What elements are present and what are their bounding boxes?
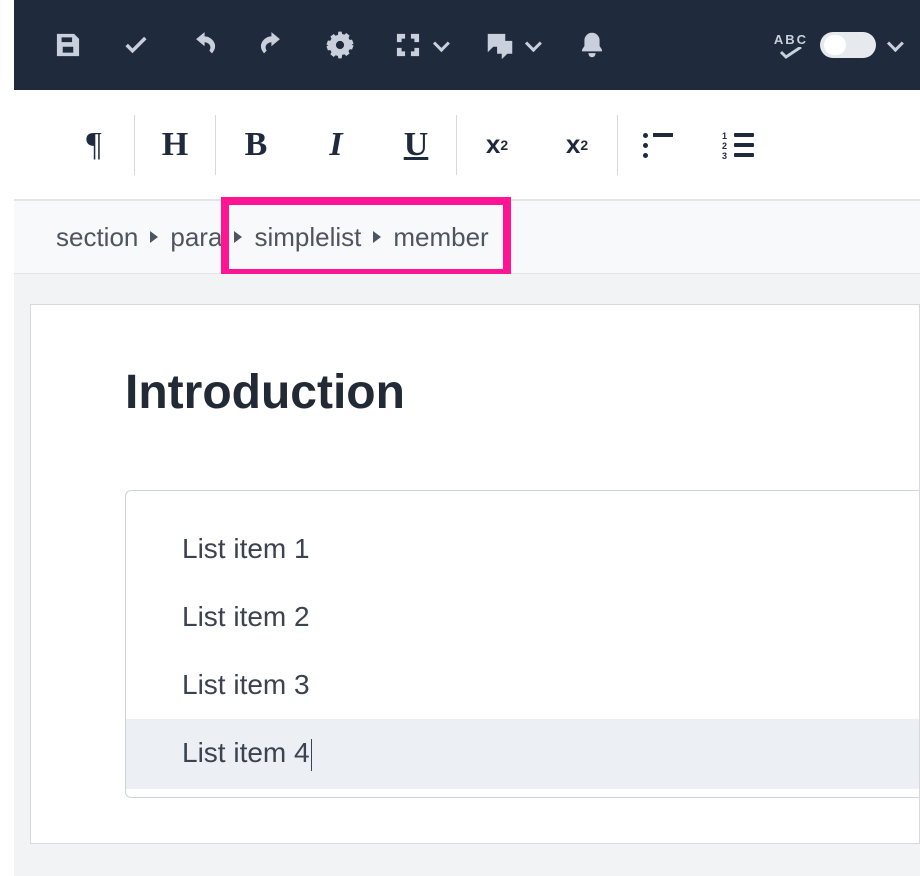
undo-button[interactable] — [190, 0, 218, 90]
check-icon — [779, 47, 803, 59]
superscript-button[interactable]: x2 — [457, 115, 537, 175]
notifications-button[interactable] — [578, 0, 606, 90]
document-page[interactable]: Introduction List item 1 List item 2 Lis… — [30, 304, 920, 844]
numbered-list-icon: 123 — [722, 133, 754, 157]
paragraph-style-button[interactable]: ¶ — [54, 115, 134, 175]
breadcrumb-bar: section para simplelist member — [14, 200, 920, 274]
chevron-down-icon — [433, 35, 450, 52]
frame-icon — [394, 31, 422, 59]
list-item[interactable]: List item 1 — [126, 515, 919, 583]
check-icon — [122, 31, 150, 59]
spellcheck-toggle[interactable] — [820, 32, 876, 58]
abc-label: ABC — [774, 32, 808, 47]
breadcrumb-separator — [150, 231, 158, 243]
bell-icon — [578, 31, 606, 59]
spellcheck-indicator[interactable]: ABC — [774, 0, 808, 90]
document-title[interactable]: Introduction — [125, 365, 919, 420]
breadcrumb-member[interactable]: member — [393, 222, 488, 253]
bullet-list-button[interactable] — [618, 115, 698, 175]
list-item-active[interactable]: List item 4 — [126, 719, 919, 789]
subscript-button[interactable]: x2 — [537, 115, 617, 175]
undo-icon — [190, 31, 218, 59]
breadcrumb-section[interactable]: section — [56, 222, 138, 253]
spellcheck-toggle-group[interactable] — [820, 0, 900, 90]
breadcrumb-separator — [234, 231, 242, 243]
chevron-down-icon — [887, 35, 904, 52]
save-button[interactable] — [54, 0, 82, 90]
heading-button[interactable]: H — [135, 115, 215, 175]
text-caret — [311, 739, 312, 771]
list-item[interactable]: List item 3 — [126, 651, 919, 719]
list-item[interactable]: List item 2 — [126, 583, 919, 651]
bullet-list-icon — [643, 133, 673, 157]
app-toolbar: ABC — [14, 0, 920, 90]
list-item-text: List item 4 — [182, 737, 310, 768]
view-mode-dropdown[interactable] — [394, 0, 446, 90]
gear-icon — [326, 31, 354, 59]
redo-button[interactable] — [258, 0, 286, 90]
format-toolbar: ¶ H B I U x2 x2 123 — [14, 90, 920, 200]
editor-canvas: Introduction List item 1 List item 2 Lis… — [14, 274, 920, 876]
chat-icon — [486, 31, 514, 59]
breadcrumb-simplelist[interactable]: simplelist — [254, 222, 361, 253]
numbered-list-button[interactable]: 123 — [698, 115, 778, 175]
breadcrumb-separator — [373, 231, 381, 243]
pilcrow-icon: ¶ — [86, 126, 101, 164]
chevron-down-icon — [525, 35, 542, 52]
done-button[interactable] — [122, 0, 150, 90]
bold-button[interactable]: B — [216, 115, 296, 175]
breadcrumb-para[interactable]: para — [170, 222, 222, 253]
simplelist-block[interactable]: List item 1 List item 2 List item 3 List… — [125, 490, 919, 798]
underline-button[interactable]: U — [376, 115, 456, 175]
save-icon — [54, 31, 82, 59]
italic-button[interactable]: I — [296, 115, 376, 175]
redo-icon — [258, 31, 286, 59]
settings-button[interactable] — [326, 0, 354, 90]
comments-dropdown[interactable] — [486, 0, 538, 90]
